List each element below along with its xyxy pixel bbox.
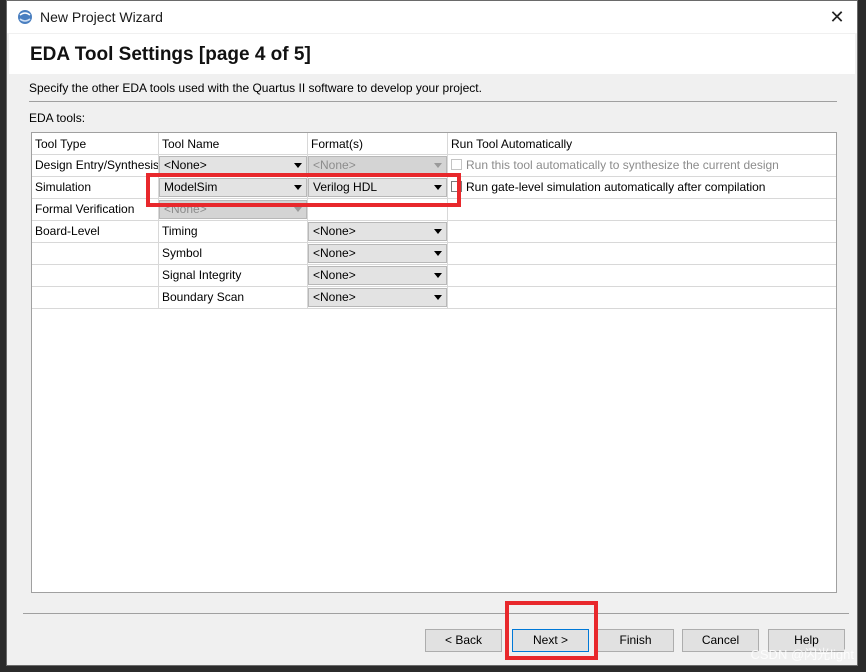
quartus-app-icon [18,10,32,24]
eda-tools-label: EDA tools: [29,111,86,125]
run-tool-cell: Run this tool automatically to synthesiz… [448,155,836,176]
dropdown-value: <None> [313,246,356,260]
header-tool-name: Tool Name [159,133,308,154]
dropdown-value: <None> [313,268,356,282]
run-tool-cell [448,265,836,286]
symbol-format-dropdown[interactable]: <None> [308,244,447,263]
timing-format-dropdown[interactable]: <None> [308,222,447,241]
description-text: Specify the other EDA tools used with th… [29,81,482,95]
table-header-row: Tool Type Tool Name Format(s) Run Tool A… [32,133,836,155]
dropdown-value: <None> [313,290,356,304]
back-button[interactable]: < Back [425,629,502,652]
next-highlight-box [505,601,598,660]
dropdown-value: <None> [313,224,356,238]
chevron-down-icon [434,273,442,278]
tool-name-cell: Boundary Scan [159,287,308,308]
button-divider [23,613,849,614]
simulation-highlight-box [146,173,461,207]
tool-type-cell [32,287,159,308]
wizard-window: New Project Wizard ✕ EDA Tool Settings [… [6,0,858,666]
chevron-down-icon [434,251,442,256]
run-tool-cell [448,243,836,264]
run-tool-cell [448,287,836,308]
format-cell: <None> [308,265,448,286]
synthesis-run-checkbox [451,159,462,170]
tool-type-cell [32,265,159,286]
chevron-down-icon [434,163,442,168]
tool-type-cell: Design Entry/Synthesis [32,155,159,176]
run-tool-cell [448,199,836,220]
table-row: Signal Integrity <None> [32,265,836,287]
synthesis-run-label: Run this tool automatically to synthesiz… [466,158,779,172]
chevron-down-icon [294,163,302,168]
signal-integrity-format-dropdown[interactable]: <None> [308,266,447,285]
dropdown-value: <None> [164,158,207,172]
table-row: Symbol <None> [32,243,836,265]
cancel-button[interactable]: Cancel [682,629,759,652]
title-bar: New Project Wizard ✕ [7,1,857,33]
tool-name-cell: Timing [159,221,308,242]
window-title: New Project Wizard [40,9,163,25]
run-tool-cell [448,221,836,242]
simulation-run-label: Run gate-level simulation automatically … [466,180,766,194]
finish-button[interactable]: Finish [597,629,674,652]
header-formats: Format(s) [308,133,448,154]
run-tool-cell: Run gate-level simulation automatically … [448,177,836,198]
table-row: Boundary Scan <None> [32,287,836,309]
tool-type-cell [32,243,159,264]
tool-name-cell: Symbol [159,243,308,264]
header-run-tool: Run Tool Automatically [451,137,573,151]
close-icon[interactable]: ✕ [823,5,851,29]
header-panel: EDA Tool Settings [page 4 of 5] [9,34,855,74]
tool-name-cell: Signal Integrity [159,265,308,286]
csdn-watermark: CSDN @闪光light [750,647,855,662]
chevron-down-icon [434,229,442,234]
chevron-down-icon [294,207,302,212]
format-cell: <None> [308,221,448,242]
tool-type-cell: Formal Verification [32,199,159,220]
header-tool-type: Tool Type [32,133,159,154]
chevron-down-icon [434,295,442,300]
dropdown-value: <None> [313,158,356,172]
format-cell: <None> [308,243,448,264]
boundary-scan-format-dropdown[interactable]: <None> [308,288,447,307]
page-title: EDA Tool Settings [page 4 of 5] [30,44,311,65]
table-row: Board-Level Timing <None> [32,221,836,243]
tool-type-cell: Simulation [32,177,159,198]
format-cell: <None> [308,287,448,308]
divider [29,101,837,102]
tool-type-cell: Board-Level [32,221,159,242]
